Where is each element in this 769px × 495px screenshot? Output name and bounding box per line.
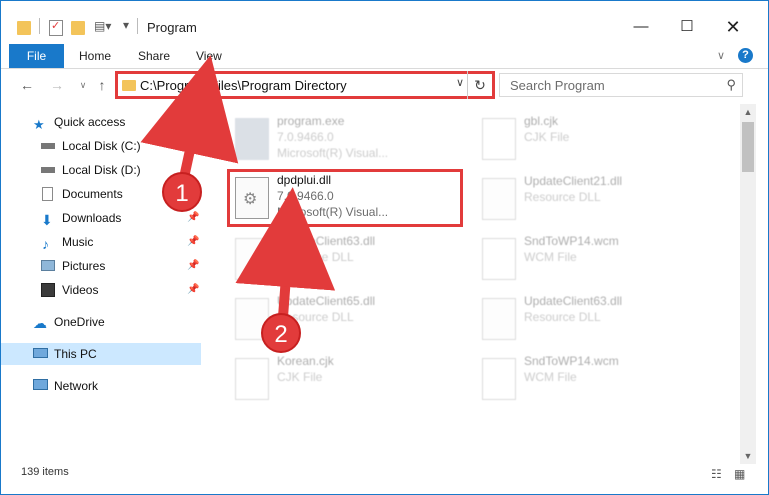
explorer-window: ✓ ▤▾ ▾ Program — ☐ ✕ File Home Share Vie…: [0, 0, 769, 495]
arrow-to-dll-file: [235, 187, 336, 322]
step-1-badge: 1: [162, 172, 202, 212]
arrow-to-address-bar: [140, 55, 239, 178]
step-2-badge: 2: [261, 313, 301, 353]
annotation-arrows: [140, 55, 336, 322]
